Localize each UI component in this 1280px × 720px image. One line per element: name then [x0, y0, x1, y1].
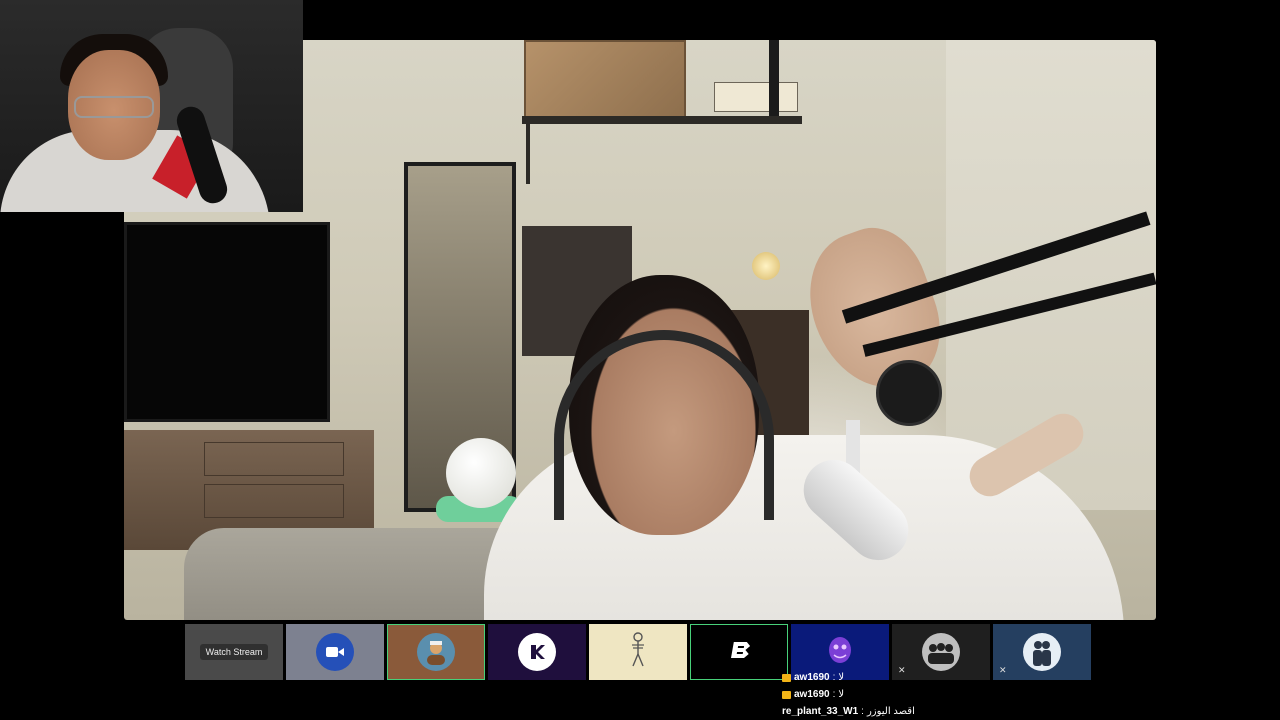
- wall-shelf: [522, 116, 802, 124]
- participant-tile[interactable]: [286, 624, 384, 680]
- shelf-bracket: [526, 124, 530, 184]
- chat-text: اقصد اليوزر: [866, 706, 915, 717]
- chat-separator: :: [861, 706, 864, 717]
- watch-stream-label: Watch Stream: [199, 644, 269, 660]
- group-photo-icon: [922, 633, 960, 671]
- participant-tile[interactable]: [387, 624, 485, 680]
- chat-username: aw1690: [794, 672, 830, 683]
- television: [124, 222, 330, 422]
- chat-username: aw1690: [794, 689, 830, 700]
- chat-message: aw1690 : لا: [782, 686, 1042, 703]
- bulb-lamp: [752, 252, 780, 280]
- watch-stream-tile[interactable]: Watch Stream: [185, 624, 283, 680]
- chat-text: لا: [838, 672, 845, 683]
- participant-tile[interactable]: [589, 624, 687, 680]
- drawer: [204, 484, 344, 518]
- skeleton-icon: [628, 631, 648, 673]
- mic-joint: [876, 360, 942, 426]
- chat-separator: :: [832, 689, 836, 700]
- globe-lamp: [446, 438, 516, 508]
- avatar-man-icon: [417, 633, 455, 671]
- lamp-pole: [769, 40, 779, 118]
- participant-tile[interactable]: [488, 624, 586, 680]
- crown-badge-icon: [782, 673, 791, 682]
- glasses: [74, 96, 154, 118]
- chat-username: re_plant_33_W1: [782, 706, 859, 717]
- couple-photo-icon: [1023, 633, 1061, 671]
- b-logo-icon: [728, 641, 751, 664]
- k-logo-icon: [518, 633, 556, 671]
- chat-overlay: aw1690 : لا aw1690 : لا re_plant_33_W1 :…: [782, 669, 1042, 720]
- drawer: [204, 442, 344, 476]
- participant-tile[interactable]: [690, 624, 788, 680]
- chat-separator: :: [832, 672, 836, 683]
- chat-text: لا: [838, 689, 845, 700]
- license-plate-decor: [714, 82, 798, 112]
- webcam-overlay: [0, 0, 303, 212]
- chat-message: aw1690 : لا: [782, 669, 1042, 686]
- chat-message: re_plant_33_W1 : اقصد اليوزر: [782, 703, 1042, 720]
- crown-badge-icon: [782, 690, 791, 699]
- purple-creature-icon: [825, 634, 855, 671]
- video-camera-icon: [316, 633, 354, 671]
- wall-poster: [524, 40, 686, 118]
